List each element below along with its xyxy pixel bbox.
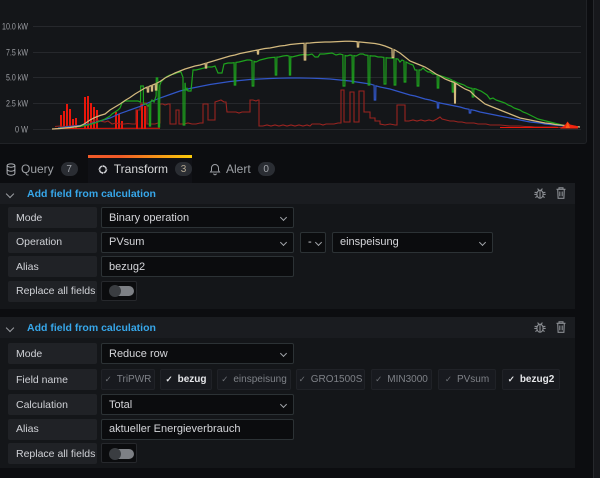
svg-text:5.0 kW: 5.0 kW xyxy=(6,73,28,84)
svg-text:7.5 kW: 7.5 kW xyxy=(6,48,28,59)
svg-text:10.0 kW: 10.0 kW xyxy=(2,22,28,33)
svg-text:2.5 kW: 2.5 kW xyxy=(6,99,28,110)
svg-text:0 W: 0 W xyxy=(15,125,28,136)
